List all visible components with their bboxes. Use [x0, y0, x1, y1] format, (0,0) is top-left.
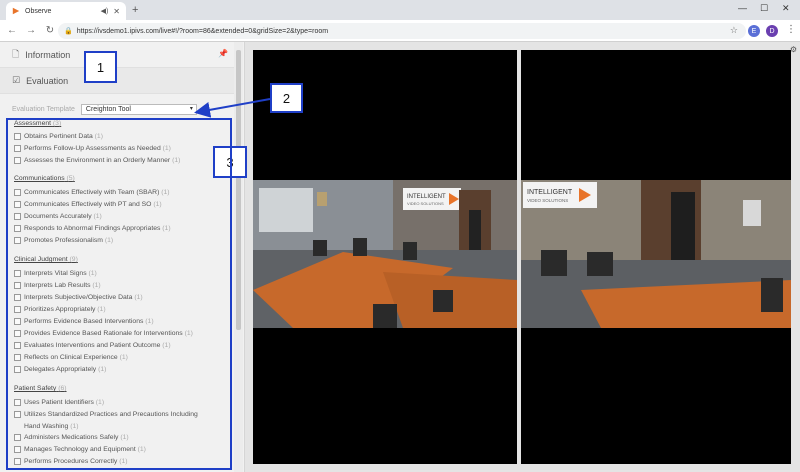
annotation-callout-2: 2: [270, 83, 303, 113]
reload-icon[interactable]: ↻: [43, 25, 57, 36]
settings-icon[interactable]: ⚙: [790, 45, 797, 54]
information-section-header[interactable]: 🗋 Information 📌: [0, 42, 234, 68]
camera-tile-2[interactable]: INTELLIGENT VIDEO SOLUTIONS: [521, 50, 791, 464]
browser-menu-icon[interactable]: ⋮: [786, 24, 796, 35]
forward-icon[interactable]: →: [24, 25, 38, 36]
checkbox-icon: ☑: [12, 75, 21, 85]
extension-icon[interactable]: E: [748, 25, 760, 37]
bookmark-star-icon[interactable]: ☆: [730, 25, 738, 36]
minimize-icon[interactable]: —: [738, 3, 747, 13]
profile-avatar[interactable]: D: [766, 25, 778, 37]
document-icon: 🗋: [12, 48, 20, 59]
evaluation-label: Evaluation: [26, 75, 69, 86]
sign-text-1: INTELLIGENT: [407, 194, 446, 200]
back-icon[interactable]: ←: [5, 25, 19, 36]
template-value: Creighton Tool: [85, 105, 131, 113]
camera-feed-2: INTELLIGENT VIDEO SOLUTIONS: [521, 180, 791, 328]
browser-toolbar: ← → ↻ 🔒 https://ivsdemo1.ipivs.com/live#…: [0, 20, 800, 42]
template-label: Evaluation Template: [12, 105, 75, 113]
sign-subtext-2: VIDEO SOLUTIONS: [527, 198, 568, 203]
speaker-icon[interactable]: ◀): [101, 7, 109, 15]
video-toolbar: ⚙: [790, 45, 797, 54]
observe-favicon-icon: [12, 7, 20, 15]
browser-tab-strip: Observe ◀) ✕ + — ☐ ✕: [0, 0, 800, 20]
sign-subtext-1: VIDEO SOLUTIONS: [407, 201, 444, 206]
video-grid: INTELLIGENT VIDEO SOLUTIONS INTELLIGENT …: [245, 42, 800, 472]
tab-title: Observe: [25, 7, 52, 15]
scrollbar-thumb[interactable]: [236, 50, 241, 330]
close-tab-icon[interactable]: ✕: [113, 7, 120, 16]
sign-text-2: INTELLIGENT: [527, 189, 573, 196]
browser-tab[interactable]: Observe ◀) ✕: [6, 2, 126, 20]
evaluation-template-row: Evaluation Template Creighton Tool ▾: [12, 103, 197, 115]
panel-scrollbar[interactable]: [234, 42, 243, 472]
lock-icon: 🔒: [64, 28, 73, 35]
template-select[interactable]: Creighton Tool ▾: [80, 103, 197, 115]
evaluation-section-header[interactable]: ☑ Evaluation: [0, 68, 234, 94]
camera-feed-1: INTELLIGENT VIDEO SOLUTIONS: [253, 180, 517, 328]
chevron-down-icon: ▾: [189, 105, 193, 112]
maximize-icon[interactable]: ☐: [760, 3, 768, 14]
address-bar[interactable]: 🔒 https://ivsdemo1.ipivs.com/live#!/?roo…: [58, 23, 746, 39]
information-label: Information: [25, 49, 71, 60]
pin-icon[interactable]: 📌: [218, 49, 228, 58]
criteria-highlight-box: [6, 118, 232, 470]
url-text: https://ivsdemo1.ipivs.com/live#!/?room=…: [76, 27, 329, 35]
annotation-callout-1: 1: [84, 51, 117, 83]
close-window-icon[interactable]: ✕: [782, 3, 790, 14]
new-tab-icon[interactable]: +: [132, 4, 138, 16]
